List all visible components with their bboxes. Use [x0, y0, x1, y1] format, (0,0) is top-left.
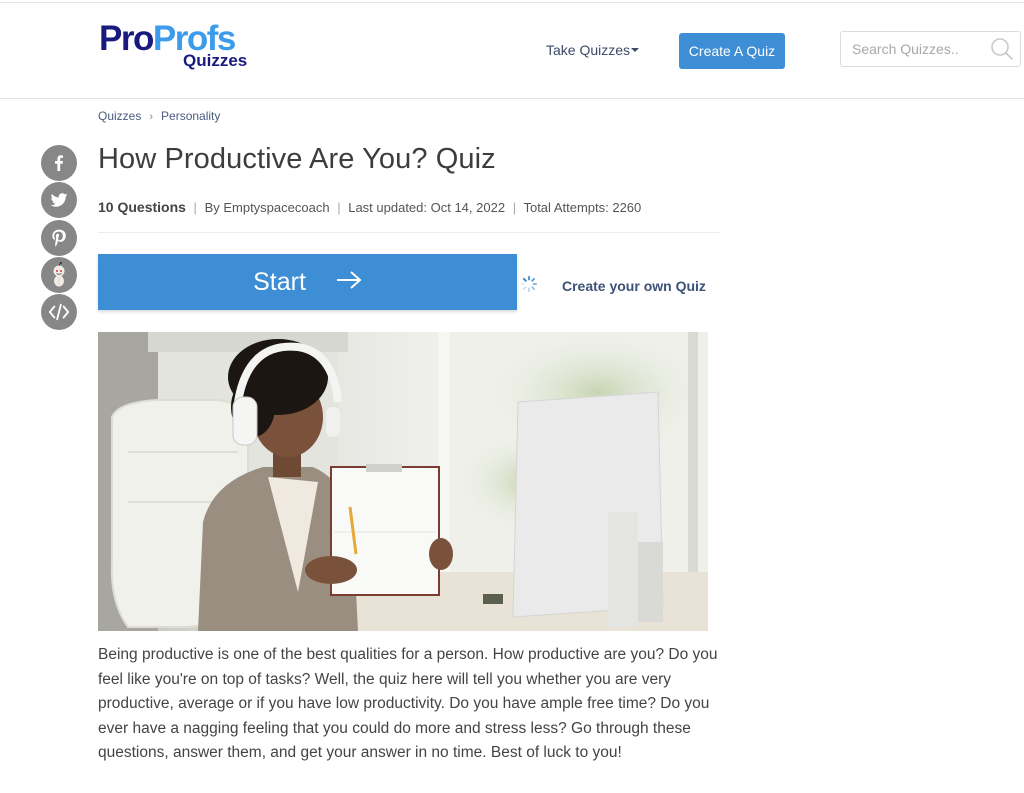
- share-embed[interactable]: [41, 294, 77, 330]
- pinterest-icon: [52, 229, 66, 247]
- share-facebook[interactable]: [41, 145, 77, 181]
- proprofs-logo[interactable]: ProProfs Quizzes: [99, 21, 259, 75]
- take-quizzes-label: Take Quizzes: [546, 42, 631, 58]
- start-label: Start: [253, 267, 306, 296]
- arrow-right-icon: [336, 268, 362, 297]
- create-your-own-quiz-link[interactable]: Create your own Quiz: [562, 278, 706, 294]
- twitter-icon: [50, 193, 68, 207]
- create-a-quiz-button[interactable]: Create A Quiz: [679, 33, 785, 69]
- quiz-description: Being productive is one of the best qual…: [98, 646, 718, 761]
- share-twitter[interactable]: [41, 182, 77, 218]
- caret-down-icon: [631, 48, 640, 53]
- embed-code-icon: [48, 303, 70, 321]
- share-reddit[interactable]: [41, 257, 77, 293]
- start-quiz-button[interactable]: Start: [98, 254, 517, 310]
- last-updated: Last updated: Oct 14, 2022: [348, 200, 506, 215]
- quiz-hero-image: [98, 332, 708, 631]
- question-count: 10 Questions: [98, 199, 186, 215]
- meta-divider: [98, 232, 720, 233]
- meta-separator: |: [512, 200, 517, 215]
- loading-spinner-icon: [520, 275, 538, 293]
- meta-separator: |: [193, 200, 197, 215]
- logo-text-quizzes: Quizzes: [183, 51, 248, 70]
- quiz-title: How Productive Are You? Quiz: [98, 143, 496, 175]
- breadcrumb-separator: ›: [149, 111, 154, 123]
- logo-text-pro: Pro: [99, 19, 154, 58]
- breadcrumb: Quizzes › Personality: [98, 109, 220, 123]
- facebook-icon: [55, 155, 63, 171]
- breadcrumb-personality[interactable]: Personality: [161, 109, 220, 123]
- reddit-icon: [53, 262, 65, 287]
- breadcrumb-quizzes[interactable]: Quizzes: [98, 109, 141, 123]
- meta-separator: |: [337, 200, 341, 215]
- quiz-author: By Emptyspacecoach: [204, 200, 330, 215]
- take-quizzes-menu[interactable]: Take Quizzes: [546, 42, 640, 58]
- quiz-meta: 10 Questions | By Emptyspacecoach | Last…: [98, 199, 641, 215]
- search-box: [840, 31, 1021, 67]
- share-pinterest[interactable]: [41, 220, 77, 256]
- total-attempts: Total Attempts: 2260: [523, 200, 642, 215]
- site-header: ProProfs Quizzes Take Quizzes Create A Q…: [0, 3, 1024, 99]
- search-icon[interactable]: [990, 37, 1014, 61]
- search-input[interactable]: [841, 32, 986, 66]
- woman-with-clipboard-illustration: [98, 332, 708, 631]
